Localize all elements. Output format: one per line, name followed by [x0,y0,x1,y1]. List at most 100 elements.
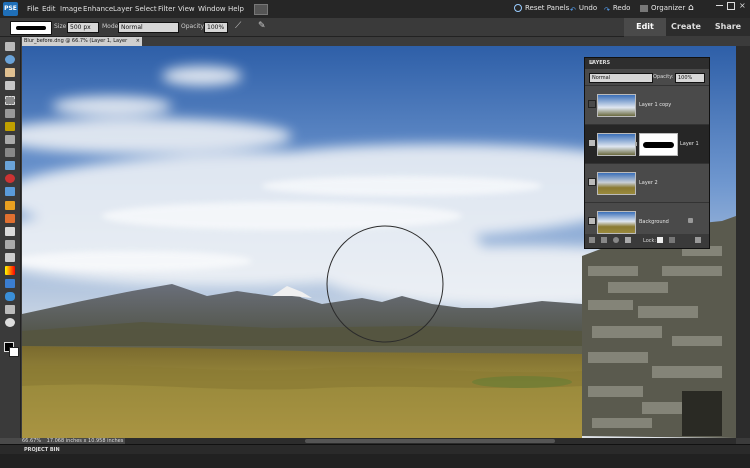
menu-window[interactable]: Window [198,5,226,13]
undo-button[interactable]: ↶ Undo [570,4,597,15]
menu-edit[interactable]: Edit [42,5,56,13]
reset-panels-button[interactable]: Reset Panels [514,4,569,12]
recompose-tool-icon[interactable] [5,161,15,170]
edit-tab[interactable]: Edit [624,18,666,36]
reset-panels-icon [514,4,522,12]
lock-transparency-icon[interactable] [657,237,663,243]
eraser-tool-icon[interactable] [5,214,15,223]
app-logo: PSE [3,2,18,16]
close-icon[interactable]: × [739,1,746,10]
lasso-tool-icon[interactable] [5,109,15,118]
menu-help[interactable]: Help [228,5,244,13]
marquee-tool-icon[interactable] [5,96,15,105]
visibility-toggle[interactable] [588,100,596,108]
vertical-scrollbar[interactable] [736,46,750,438]
lock-icon [688,218,693,223]
layer-row-selected[interactable]: Layer 1 [585,124,709,163]
layer-name: Layer 1 [680,141,699,147]
minimize-icon[interactable] [716,5,723,6]
blur-tool-icon[interactable] [5,292,15,301]
toolbox [0,37,21,443]
spot-healing-tool-icon[interactable] [5,187,15,196]
mask-stroke [643,142,674,148]
layer-thumbnail [597,172,636,195]
opacity-input[interactable]: 100% [204,22,228,33]
menu-file[interactable]: File [27,5,39,13]
background-color-swatch[interactable] [9,347,19,357]
size-input[interactable]: 500 px [67,22,99,33]
paint-bucket-tool-icon[interactable] [5,253,15,262]
opacity-label: Opacity: [181,23,206,30]
layers-panel-header[interactable]: LAYERS ≡ [585,58,709,69]
new-layer-icon[interactable] [589,237,595,243]
redo-label: Redo [612,4,631,12]
share-tab[interactable]: Share [708,18,748,36]
undo-label: Undo [578,4,598,12]
red-eye-tool-icon[interactable] [5,174,15,183]
clone-stamp-tool-icon[interactable] [5,201,15,210]
blend-mode-select[interactable]: Normal [589,73,653,83]
redo-icon: ↷ [604,6,610,14]
layers-panel-footer: Lock: [585,234,709,248]
document-tab[interactable]: Blur_before.dng @ 66.7% (Layer 1, Layer … [22,37,142,53]
layer-row[interactable]: Layer 2 [585,163,709,202]
lock-all-icon[interactable] [669,237,675,243]
brush-settings-icon[interactable]: ✎ [258,21,266,31]
airbrush-icon[interactable]: ⟋ [235,21,241,31]
add-mask-icon[interactable] [625,237,631,243]
menu-layer[interactable]: Layer [113,5,133,13]
menu-image[interactable]: Image [60,5,82,13]
redo-button[interactable]: ↷ Redo [604,4,630,15]
move-tool-icon[interactable] [5,42,15,51]
pencil-tool-icon[interactable] [5,318,15,327]
text-tool-icon[interactable] [5,135,15,144]
adjustment-layer-icon[interactable] [613,237,619,243]
scrollbar-thumb[interactable] [305,439,555,443]
layers-panel: LAYERS ≡ Normal Opacity: 100% Layer 1 co… [584,57,710,249]
lock-label: Lock: [643,238,657,244]
new-group-icon[interactable] [601,237,607,243]
sponge-tool-icon[interactable] [5,305,15,314]
hand-tool-icon[interactable] [5,68,15,77]
layer-row[interactable]: Layer 1 copy [585,85,709,124]
layer-name: Background [639,219,669,225]
brush-tool-icon[interactable] [5,227,15,236]
brush-preview[interactable] [10,21,52,35]
visibility-toggle[interactable] [588,178,596,186]
brush-stroke-icon [16,26,46,30]
visibility-toggle[interactable] [588,139,596,147]
menu-view[interactable]: View [178,5,195,13]
layer-name: Layer 2 [639,180,658,186]
menu-enhance[interactable]: Enhance [83,5,113,13]
layers-opacity-input[interactable]: 100% [675,73,705,83]
home-icon[interactable]: ⌂ [688,4,697,13]
crop-tool-icon[interactable] [5,148,15,157]
layers-opacity-label: Opacity: [653,74,674,80]
delete-layer-icon[interactable] [695,237,701,243]
layer-thumbnail [597,94,636,117]
gradient-tool-icon[interactable] [5,266,15,275]
maximize-icon[interactable] [727,2,735,10]
close-document-icon[interactable]: × [136,37,140,46]
organizer-label: Organizer [651,4,686,12]
reset-panels-label: Reset Panels [525,4,570,12]
eyedropper-tool-icon[interactable] [5,81,15,90]
smart-brush-tool-icon[interactable] [5,240,15,249]
layer-thumbnail [597,133,636,156]
magic-wand-tool-icon[interactable] [5,122,15,131]
menu-bar: PSE File Edit Image Enhance Layer Select… [0,0,750,18]
mode-select[interactable]: Normal [118,22,179,33]
layer-thumbnail [597,211,636,234]
arrange-documents-icon[interactable] [254,4,268,15]
zoom-tool-icon[interactable] [5,55,15,64]
mask-link-icon[interactable] [635,142,637,146]
shape-tool-icon[interactable] [5,279,15,288]
panel-menu-icon[interactable]: ≡ [589,59,706,66]
layer-name: Layer 1 copy [639,102,672,108]
menu-filter[interactable]: Filter [158,5,175,13]
layer-mask-thumbnail[interactable] [639,133,678,156]
organizer-button[interactable]: Organizer [640,4,685,12]
create-tab[interactable]: Create [666,18,706,36]
visibility-toggle[interactable] [588,217,596,225]
menu-select[interactable]: Select [135,5,157,13]
